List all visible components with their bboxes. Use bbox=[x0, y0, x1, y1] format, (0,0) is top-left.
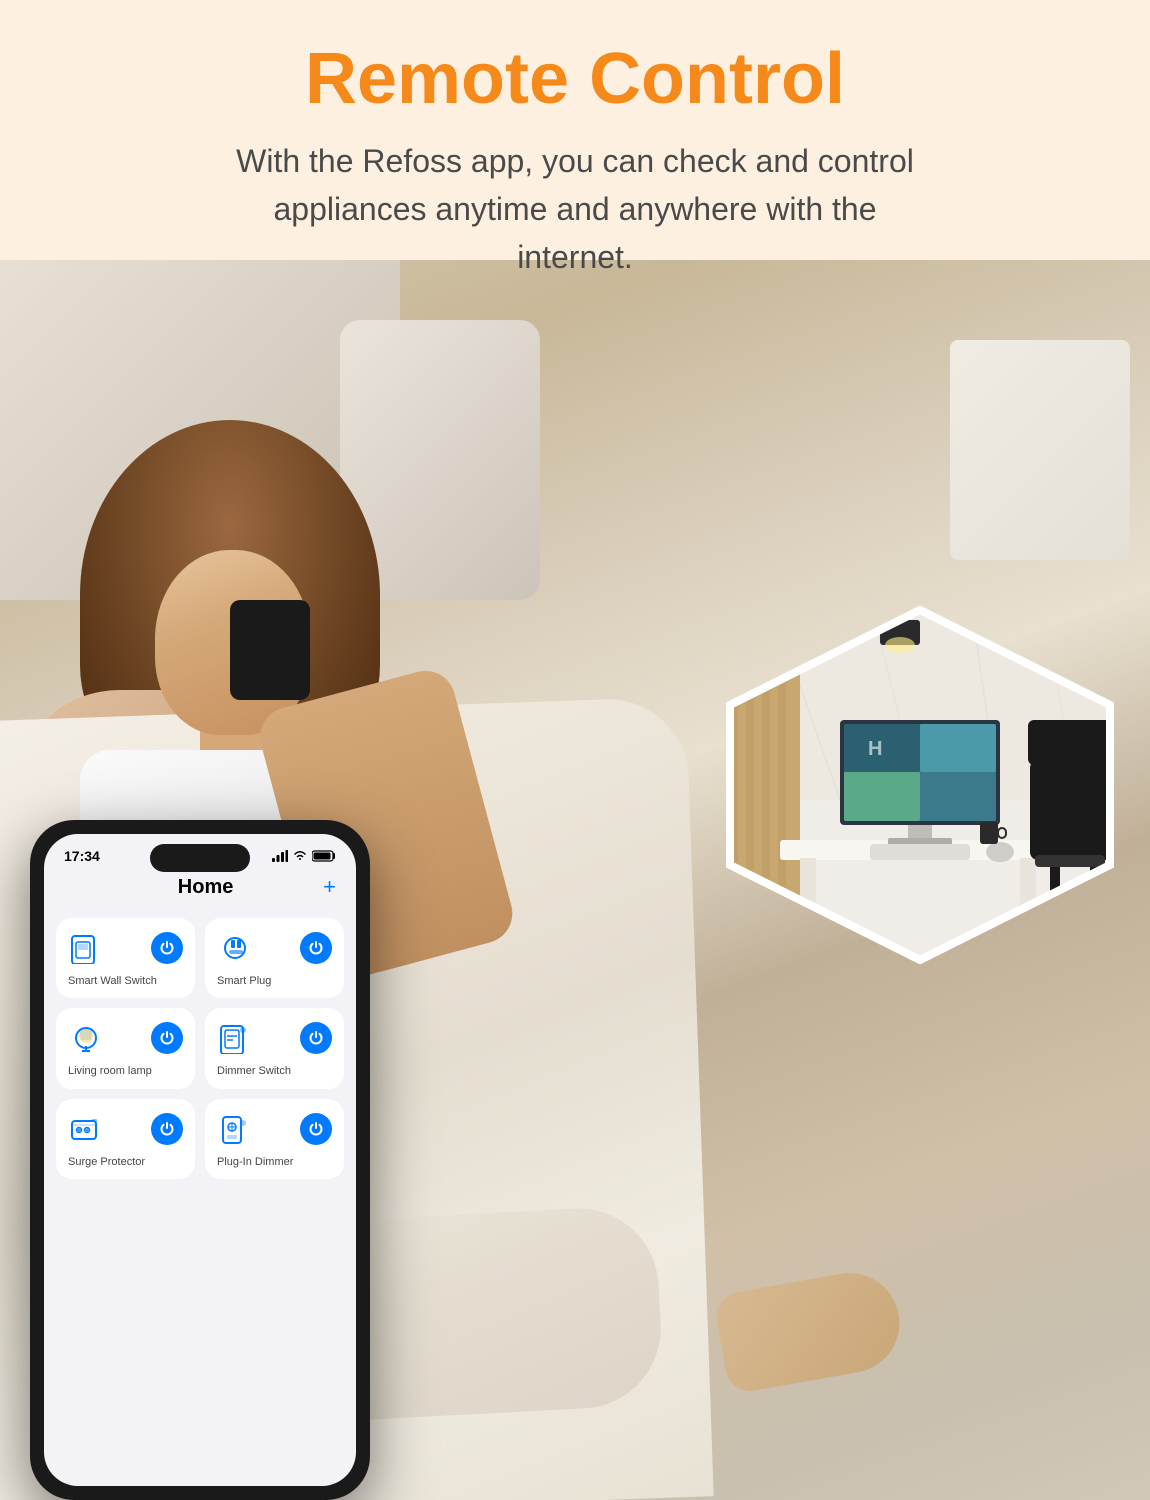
app-header: Home + bbox=[44, 868, 356, 910]
person-phone-prop bbox=[230, 600, 310, 700]
phone-screen: 17:34 bbox=[44, 834, 356, 1486]
device-name-plug: Smart Plug bbox=[217, 974, 332, 988]
lamp-icon bbox=[68, 1020, 104, 1056]
main-title: Remote Control bbox=[100, 40, 1050, 119]
device-card-lamp[interactable]: Living room lamp bbox=[56, 1008, 195, 1088]
device-name-lamp: Living room lamp bbox=[68, 1064, 183, 1078]
status-icons bbox=[272, 850, 336, 862]
battery-icon bbox=[312, 850, 336, 862]
dynamic-island bbox=[150, 844, 250, 872]
power-button-plug[interactable] bbox=[300, 932, 332, 964]
person-feet bbox=[713, 1265, 908, 1395]
device-card-plugin-dimmer[interactable]: Plug-In Dimmer bbox=[205, 1099, 344, 1179]
device-card-smart-plug[interactable]: Smart Plug bbox=[205, 918, 344, 998]
surge-icon bbox=[68, 1111, 104, 1147]
svg-text:H: H bbox=[868, 738, 882, 760]
device-name-plugin: Plug-In Dimmer bbox=[217, 1155, 332, 1169]
signal-icon bbox=[272, 850, 288, 862]
app-title: Home bbox=[88, 876, 323, 899]
nightstand bbox=[950, 340, 1130, 560]
add-device-button[interactable]: + bbox=[323, 874, 336, 900]
plug-icon bbox=[217, 930, 253, 966]
device-name-surge: Surge Protector bbox=[68, 1155, 183, 1169]
device-grid: Smart Wall Switch bbox=[44, 910, 356, 1187]
power-button-lamp[interactable] bbox=[151, 1022, 183, 1054]
device-card-surge[interactable]: Surge Protector bbox=[56, 1099, 195, 1179]
device-card-smart-wall-switch[interactable]: Smart Wall Switch bbox=[56, 918, 195, 998]
power-button-switch[interactable] bbox=[151, 932, 183, 964]
power-button-plugin[interactable] bbox=[300, 1113, 332, 1145]
device-name-dimmer: Dimmer Switch bbox=[217, 1064, 332, 1078]
device-name-switch: Smart Wall Switch bbox=[68, 974, 183, 988]
switch-icon bbox=[68, 930, 104, 966]
subtitle-text: With the Refoss app, you can check and c… bbox=[236, 143, 914, 275]
power-button-dimmer[interactable] bbox=[300, 1022, 332, 1054]
device-card-dimmer[interactable]: Dimmer Switch bbox=[205, 1008, 344, 1088]
phone-frame: 17:34 bbox=[30, 820, 370, 1500]
hexagon-office: H bbox=[720, 600, 1120, 970]
header: Remote Control With the Refoss app, you … bbox=[0, 0, 1150, 311]
plugin-dimmer-icon bbox=[217, 1111, 253, 1147]
power-button-surge[interactable] bbox=[151, 1113, 183, 1145]
subtitle: With the Refoss app, you can check and c… bbox=[225, 137, 925, 281]
phone-mockup: 17:34 bbox=[30, 820, 370, 1500]
status-time: 17:34 bbox=[64, 848, 100, 864]
wifi-status-icon bbox=[292, 850, 308, 862]
dimmer-icon bbox=[217, 1020, 253, 1056]
